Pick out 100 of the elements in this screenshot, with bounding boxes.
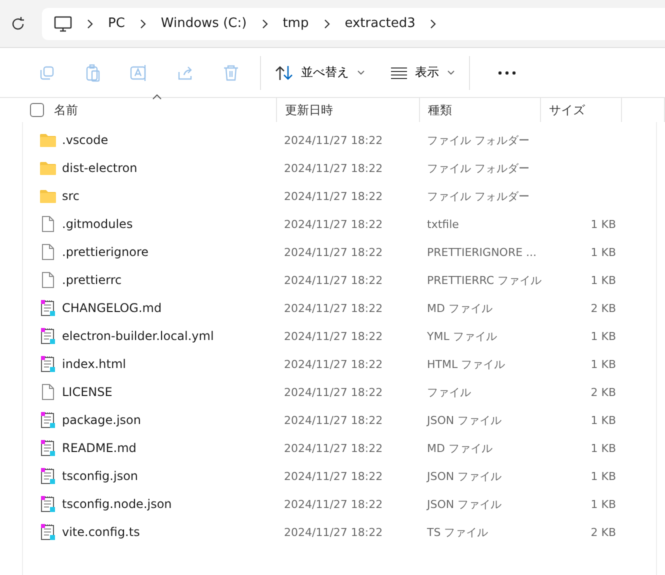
folder-icon: [40, 161, 56, 175]
file-name[interactable]: src: [62, 189, 80, 203]
file-icon: [42, 244, 54, 260]
select-all-checkbox[interactable]: [30, 103, 44, 117]
text-file-icon: [40, 496, 54, 512]
date-cell-text: 2024/11/27 18:22: [283, 162, 384, 174]
date-cell-text: 2024/11/27 18:22: [283, 274, 384, 286]
date-cell-text: 2024/11/27 18:22: [283, 526, 384, 538]
text-file-icon: [40, 440, 54, 456]
size-cell-text: 1 KB: [590, 470, 616, 482]
size-cell-text: 1 KB: [590, 274, 616, 286]
date-cell-text: 2024/11/27 18:22: [283, 246, 384, 258]
type-cell-text: PRETTIERIGNORE ...: [426, 246, 538, 258]
folder-icon: [40, 133, 56, 147]
type-cell-text: ファイル フォルダー: [426, 160, 530, 176]
date-cell-text: 2024/11/27 18:22: [283, 330, 384, 342]
date-cell-text: 2024/11/27 18:22: [283, 190, 384, 202]
type-cell-text: ファイル フォルダー: [426, 132, 530, 148]
type-cell-text: MD ファイル: [426, 440, 494, 456]
folder-icon: [40, 189, 56, 203]
column-header[interactable]: 名前: [0, 98, 277, 122]
view-button[interactable]: 表示: [383, 58, 463, 87]
date-cell-text: 2024/11/27 18:22: [283, 386, 384, 398]
file-name[interactable]: LICENSE: [62, 385, 112, 399]
date-cell-text: 2024/11/27 18:22: [283, 498, 384, 510]
monitor-icon: [54, 16, 72, 32]
date-cell-text: 2024/11/27 18:22: [283, 470, 384, 482]
size-cell-text: 1 KB: [590, 498, 616, 510]
file-icon: [42, 216, 54, 232]
size-cell-text: 1 KB: [590, 358, 616, 370]
type-cell-text: JSON ファイル: [426, 468, 503, 484]
type-cell-text: PRETTIERRC ファイル: [426, 272, 542, 288]
delete-icon[interactable]: [222, 64, 240, 82]
type-cell-text: JSON ファイル: [426, 412, 503, 428]
text-file-icon: [40, 300, 54, 316]
type-cell-text: MD ファイル: [426, 300, 494, 316]
type-cell-text: TS ファイル: [426, 524, 490, 540]
file-name[interactable]: electron-builder.local.yml: [62, 329, 214, 343]
file-name[interactable]: CHANGELOG.md: [62, 301, 162, 315]
text-file-icon: [40, 468, 54, 484]
column-header[interactable]: サイズ: [541, 98, 622, 122]
sort-button[interactable]: 並べ替え: [267, 58, 373, 87]
sort-icon: [275, 64, 293, 80]
copy-icon[interactable]: [38, 64, 56, 82]
file-name[interactable]: .vscode: [62, 133, 108, 147]
file-name[interactable]: tsconfig.json: [62, 469, 138, 483]
text-file-icon: [40, 328, 54, 344]
size-cell-text: 2 KB: [590, 526, 616, 538]
size-cell-text: 1 KB: [590, 218, 616, 230]
file-name[interactable]: .gitmodules: [62, 217, 133, 231]
type-cell-text: ファイル フォルダー: [426, 188, 530, 204]
chevron-icon: [138, 18, 147, 28]
column-header[interactable]: 種類: [420, 98, 541, 122]
size-cell-text: 2 KB: [590, 386, 616, 398]
breadcrumb-item[interactable]: tmp: [282, 16, 309, 31]
text-file-icon: [40, 524, 54, 540]
type-cell-text: YML ファイル: [426, 328, 498, 344]
address-bar[interactable]: PC Windows (C:) tmp extracted3: [42, 8, 665, 40]
chevron-icon: [260, 18, 269, 28]
file-name[interactable]: tsconfig.node.json: [62, 497, 172, 511]
file-name[interactable]: dist-electron: [62, 161, 138, 175]
file-icon: [42, 272, 54, 288]
file-name[interactable]: .prettierignore: [62, 245, 148, 259]
text-file-icon: [40, 356, 54, 372]
date-cell-text: 2024/11/27 18:22: [283, 302, 384, 314]
date-cell-text: 2024/11/27 18:22: [283, 218, 384, 230]
rename-icon[interactable]: [130, 64, 148, 82]
text-file-icon: [40, 412, 54, 428]
breadcrumb-item[interactable]: PC: [108, 16, 125, 31]
chevron-icon: [86, 18, 94, 28]
paste-icon[interactable]: [84, 64, 102, 82]
type-cell-text: txtfile: [426, 218, 460, 230]
size-cell-text: 1 KB: [590, 330, 616, 342]
file-name[interactable]: vite.config.ts: [62, 525, 140, 539]
share-icon[interactable]: [176, 64, 194, 82]
chevron-icon: [429, 18, 438, 28]
size-cell-text: 2 KB: [590, 302, 616, 314]
type-cell-text: ファイル: [426, 384, 472, 400]
type-cell-text: HTML ファイル: [426, 356, 506, 372]
caret-icon: [447, 70, 455, 75]
lines-icon: [391, 66, 407, 78]
refresh-icon[interactable]: [10, 16, 26, 32]
breadcrumb-item[interactable]: extracted3: [344, 16, 416, 31]
file-name[interactable]: package.json: [62, 413, 142, 427]
file-name[interactable]: .prettierrc: [62, 273, 122, 287]
column-header[interactable]: 更新日時: [277, 98, 420, 122]
date-cell-text: 2024/11/27 18:22: [283, 358, 384, 370]
sort-caret-icon: [152, 94, 162, 100]
size-cell-text: 1 KB: [590, 442, 616, 454]
date-cell-text: 2024/11/27 18:22: [283, 414, 384, 426]
breadcrumb-item[interactable]: Windows (C:): [160, 16, 247, 31]
file-name[interactable]: index.html: [62, 357, 126, 371]
size-cell-text: 1 KB: [590, 246, 616, 258]
type-cell-text: JSON ファイル: [426, 496, 503, 512]
date-cell-text: 2024/11/27 18:22: [283, 134, 384, 146]
caret-icon: [357, 70, 365, 75]
size-cell-text: 1 KB: [590, 414, 616, 426]
chevron-icon: [322, 18, 331, 28]
file-name[interactable]: README.md: [62, 441, 136, 455]
file-icon: [42, 384, 54, 400]
